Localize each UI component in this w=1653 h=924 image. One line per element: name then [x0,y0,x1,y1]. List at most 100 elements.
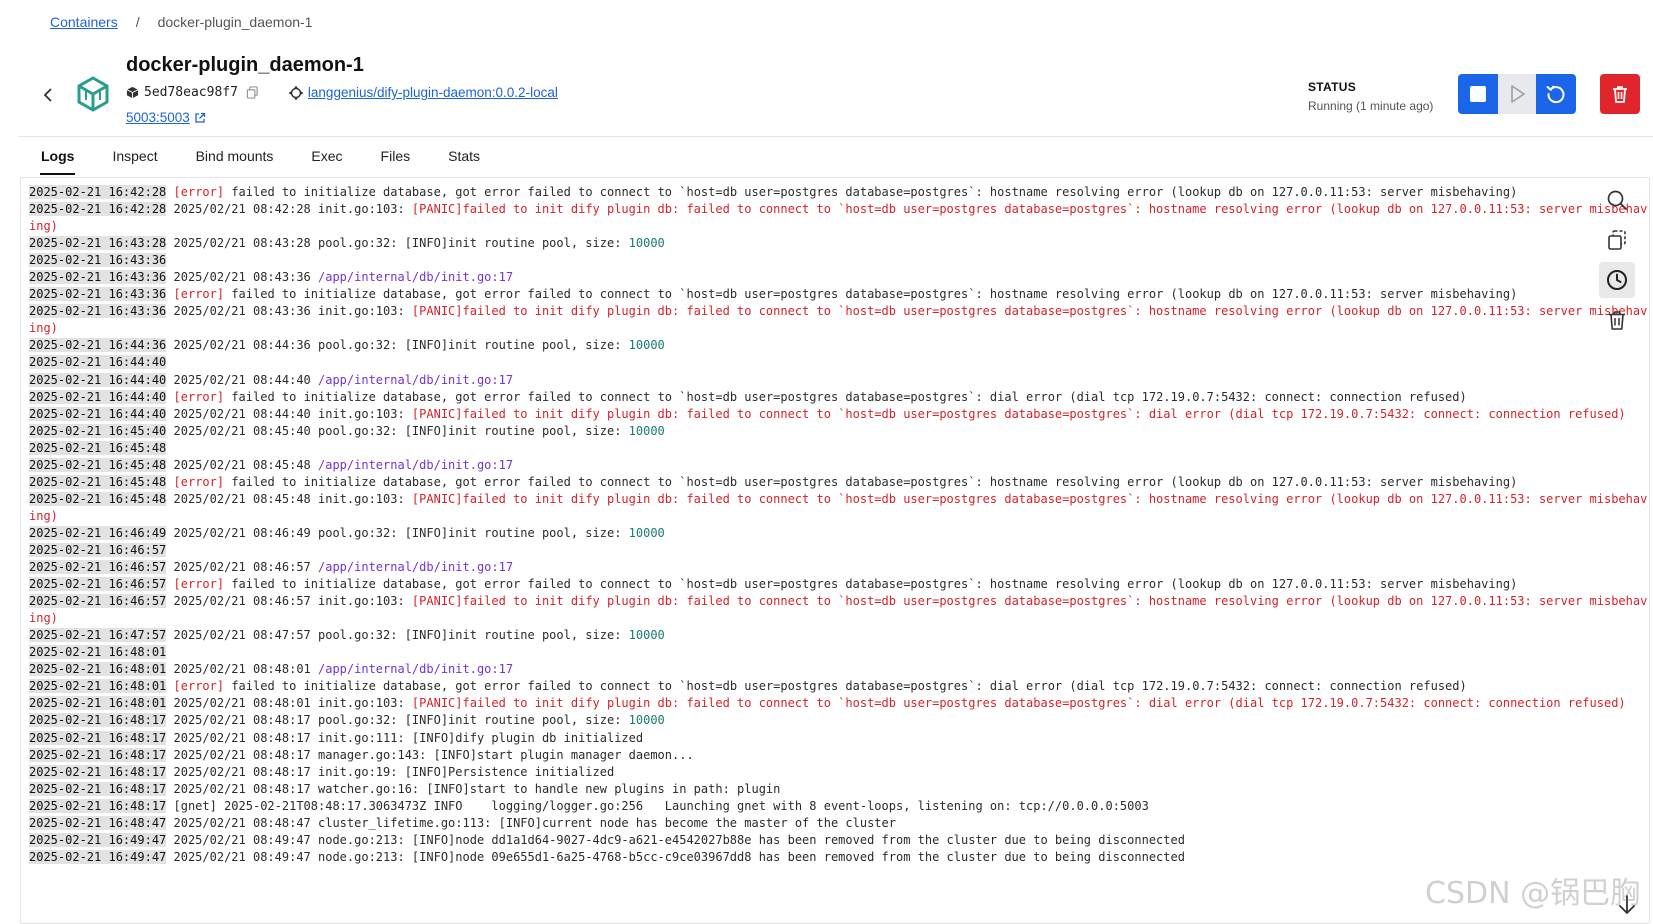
copy-logs-button[interactable] [1599,222,1635,258]
log-text: 2025/02/21 08:45:48 init.go:103: [166,491,412,506]
log-text: 2025/02/21 08:46:49 pool.go:32: [INFO]in… [166,525,629,540]
log-text: 10000 [628,423,665,438]
tab-inspect[interactable]: Inspect [93,138,176,175]
timestamps-toggle[interactable] [1599,262,1635,298]
log-line: 2025-02-21 16:44:40 2025/02/21 08:44:40 … [29,372,1647,389]
log-line: 2025-02-21 16:49:47 2025/02/21 08:49:47 … [29,832,1647,849]
log-timestamp: 2025-02-21 16:44:40 [29,355,167,370]
log-line: 2025-02-21 16:48:01 2025/02/21 08:48:01 … [29,661,1647,678]
log-timestamp: 2025-02-21 16:43:36 [29,287,167,302]
clear-logs-button[interactable] [1599,302,1635,338]
back-chevron-icon[interactable] [40,86,56,104]
log-timestamp: 2025-02-21 16:48:17 [29,781,167,796]
log-text: [PANIC]failed to init dify plugin db: fa… [411,491,1648,506]
log-timestamp: 2025-02-21 16:45:48 [29,491,167,506]
log-text: [error] [173,185,225,199]
tab-exec[interactable]: Exec [292,138,361,175]
log-timestamp: 2025-02-21 16:46:57 [29,542,167,557]
log-line: 2025-02-21 16:45:40 2025/02/21 08:45:40 … [29,423,1647,440]
log-line: 2025-02-21 16:46:57 [error] failed to in… [29,576,1647,593]
trash-icon [1613,86,1627,103]
log-text: 2025/02/21 08:46:57 init.go:103: [166,594,412,609]
log-text: 2025/02/21 08:48:47 cluster_lifetime.go:… [166,815,896,830]
log-line: 2025-02-21 16:43:28 2025/02/21 08:43:28 … [29,235,1647,252]
stop-icon [1470,86,1486,102]
restart-icon [1546,85,1565,104]
log-timestamp: 2025-02-21 16:45:48 [29,440,167,455]
tab-bar: Logs Inspect Bind mounts Exec Files Stat… [22,138,499,175]
log-text: failed to initialize database, got error… [224,679,1467,694]
log-text: 2025/02/21 08:42:28 init.go:103: [166,202,412,217]
log-text: 2025/02/21 08:49:47 node.go:213: [INFO]n… [166,832,1185,847]
log-text: failed to initialize database, got error… [224,474,1518,489]
breadcrumb-containers-link[interactable]: Containers [50,14,118,30]
log-text: 2025/02/21 08:46:57 [166,560,318,575]
log-text: 2025/02/21 08:43:36 init.go:103: [166,304,412,319]
log-line: 2025-02-21 16:49:47 2025/02/21 08:49:47 … [29,849,1647,866]
log-timestamp: 2025-02-21 16:43:36 [29,253,167,268]
tab-bind-mounts[interactable]: Bind mounts [177,138,293,175]
copy-icon[interactable] [246,86,259,99]
log-line: 2025-02-21 16:48:01 2025/02/21 08:48:01 … [29,695,1647,712]
tab-files[interactable]: Files [362,138,430,175]
log-timestamp: 2025-02-21 16:44:36 [29,338,167,353]
log-timestamp: 2025-02-21 16:48:01 [29,679,167,694]
stop-button[interactable] [1458,74,1498,114]
log-text: /app/internal/db/init.go:17 [318,560,514,575]
log-lines: 2025-02-21 16:42:28 [error] failed to in… [29,184,1647,866]
search-icon [1607,190,1627,210]
log-text: 10000 [628,628,665,643]
log-text: 10000 [628,236,665,251]
log-text: 2025/02/21 08:43:28 pool.go:32: [INFO]in… [166,236,629,251]
log-timestamp: 2025-02-21 16:48:17 [29,747,167,762]
log-text: 2025/02/21 08:43:36 [166,270,318,285]
log-text: [error] [173,577,225,592]
log-line: 2025-02-21 16:48:01 [29,644,1647,661]
log-viewer[interactable]: 2025-02-21 16:42:28 [error] failed to in… [20,177,1650,924]
log-text: failed to initialize database, got error… [224,389,1467,404]
log-line: 2025-02-21 16:46:57 [29,542,1647,559]
log-text: 2025/02/21 08:48:17 init.go:19: [INFO]Pe… [166,764,615,779]
log-text: [PANIC]failed to init dify plugin db: fa… [411,406,1626,421]
external-link-icon[interactable] [194,112,206,124]
log-timestamp: 2025-02-21 16:46:57 [29,560,167,575]
log-line: ing) [29,320,1647,337]
log-text: [error] [173,287,225,302]
log-timestamp: 2025-02-21 16:48:17 [29,764,167,779]
log-text: failed to initialize database, got error… [224,185,1518,199]
log-timestamp: 2025-02-21 16:46:49 [29,525,167,540]
log-text: [PANIC]failed to init dify plugin db: fa… [411,594,1648,609]
log-line: 2025-02-21 16:45:48 [error] failed to in… [29,474,1647,491]
log-timestamp: 2025-02-21 16:48:17 [29,713,167,728]
log-text: 2025/02/21 08:48:01 init.go:103: [166,696,412,711]
log-line: 2025-02-21 16:43:36 [error] failed to in… [29,286,1647,303]
search-logs-button[interactable] [1599,182,1635,218]
log-line: 2025-02-21 16:46:57 2025/02/21 08:46:57 … [29,559,1647,576]
log-text: 2025/02/21 08:48:17 pool.go:32: [INFO]in… [166,713,629,728]
log-line: 2025-02-21 16:45:48 2025/02/21 08:45:48 … [29,457,1647,474]
log-line: 2025-02-21 16:45:48 [29,440,1647,457]
port-link[interactable]: 5003:5003 [126,110,190,125]
log-text: [error] [173,389,225,404]
log-line: 2025-02-21 16:46:49 2025/02/21 08:46:49 … [29,525,1647,542]
log-text: ing) [29,321,58,336]
image-link[interactable]: langgenius/dify-plugin-daemon:0.0.2-loca… [308,85,558,100]
log-timestamp: 2025-02-21 16:49:47 [29,849,167,864]
log-text: 2025/02/21 08:45:40 pool.go:32: [INFO]in… [166,423,629,438]
start-button[interactable] [1498,74,1536,114]
restart-button[interactable] [1536,74,1576,114]
status-block: STATUS Running (1 minute ago) [1308,80,1433,113]
watermark: CSDN @锅巴胸 [1425,876,1641,911]
breadcrumb-separator: / [135,14,140,30]
log-timestamp: 2025-02-21 16:42:28 [29,202,167,217]
log-line: 2025-02-21 16:45:48 2025/02/21 08:45:48 … [29,491,1647,508]
log-text: /app/internal/db/init.go:17 [318,270,514,285]
tab-logs[interactable]: Logs [22,138,93,175]
log-timestamp: 2025-02-21 16:48:01 [29,696,167,711]
delete-button[interactable] [1600,74,1640,114]
log-timestamp: 2025-02-21 16:44:40 [29,406,167,421]
tab-stats[interactable]: Stats [429,138,499,175]
